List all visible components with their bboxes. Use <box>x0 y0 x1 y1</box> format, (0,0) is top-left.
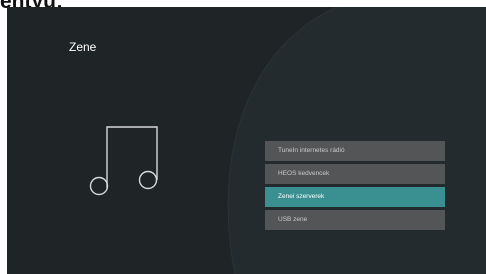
menu-item-heos-favorites[interactable]: HEOS kedvencek <box>265 164 445 184</box>
page: entyű: Zene TuneIn internetes rádió HEOS… <box>0 0 486 274</box>
source-menu: TuneIn internetes rádió HEOS kedvencek Z… <box>265 141 445 233</box>
menu-item-usb-music[interactable]: USB zene <box>265 210 445 230</box>
tv-screen: Zene TuneIn internetes rádió HEOS kedven… <box>7 7 486 274</box>
music-note-icon <box>89 126 158 196</box>
menu-item-music-servers[interactable]: Zenei szerverek <box>265 187 445 207</box>
screen-title: Zene <box>69 40 97 54</box>
menu-item-tunein[interactable]: TuneIn internetes rádió <box>265 141 445 161</box>
